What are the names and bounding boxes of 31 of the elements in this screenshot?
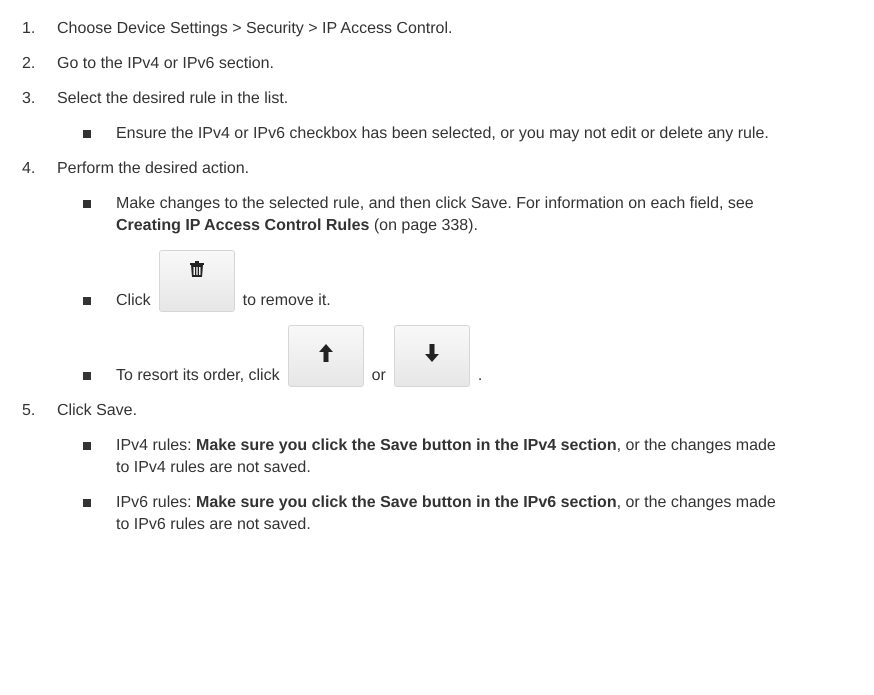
trash-icon xyxy=(190,261,204,277)
bullet-marker xyxy=(83,297,91,305)
bullet-text: Ensure the IPv4 or IPv6 checkbox has been selected, or you may not edit or delete any rule. xyxy=(116,124,769,144)
bullet-marker xyxy=(83,442,91,450)
arrow-down-icon xyxy=(424,344,439,362)
step-text: Perform the desired action. xyxy=(57,159,250,179)
step-number: 2. xyxy=(22,54,36,74)
bullet-marker xyxy=(83,372,91,380)
step-text: Click Save. xyxy=(57,401,138,421)
bullet-text: IPv6 rules: Make sure you click the Save button in the IPv6 section, or the changes made to IPv6 rules are not saved. xyxy=(116,493,777,535)
bullet-text: Click xyxy=(116,291,151,311)
step-number: 5. xyxy=(22,401,36,421)
move-down-button[interactable] xyxy=(394,325,470,387)
step-number: 4. xyxy=(22,159,36,179)
step-text: Go to the IPv4 or IPv6 section. xyxy=(57,54,274,74)
bullet-marker xyxy=(83,200,91,208)
step-text: Choose Device Settings > Security > IP Access Control. xyxy=(57,19,452,39)
bullet-text: To resort its order, click xyxy=(116,366,280,386)
step-number: 1. xyxy=(22,19,36,39)
arrow-up-icon xyxy=(318,344,333,362)
bullet-text: or xyxy=(372,366,386,386)
bullet-text: Make changes to the selected rule, and then click Save. For information on each field, see Creating IP Access Control Rules (on page 338). xyxy=(116,194,755,236)
bullet-marker xyxy=(83,130,91,138)
bullet-text: to remove it. xyxy=(242,291,331,311)
move-up-button[interactable] xyxy=(288,325,364,387)
bullet-text: IPv4 rules: Make sure you click the Save button in the IPv4 section, or the changes made to IPv4 rules are not saved. xyxy=(116,436,777,478)
delete-button[interactable] xyxy=(158,250,235,312)
bullet-marker xyxy=(83,499,91,507)
bullet-text: . xyxy=(478,366,482,386)
step-number: 3. xyxy=(22,89,36,109)
step-text: Select the desired rule in the list. xyxy=(57,89,290,109)
